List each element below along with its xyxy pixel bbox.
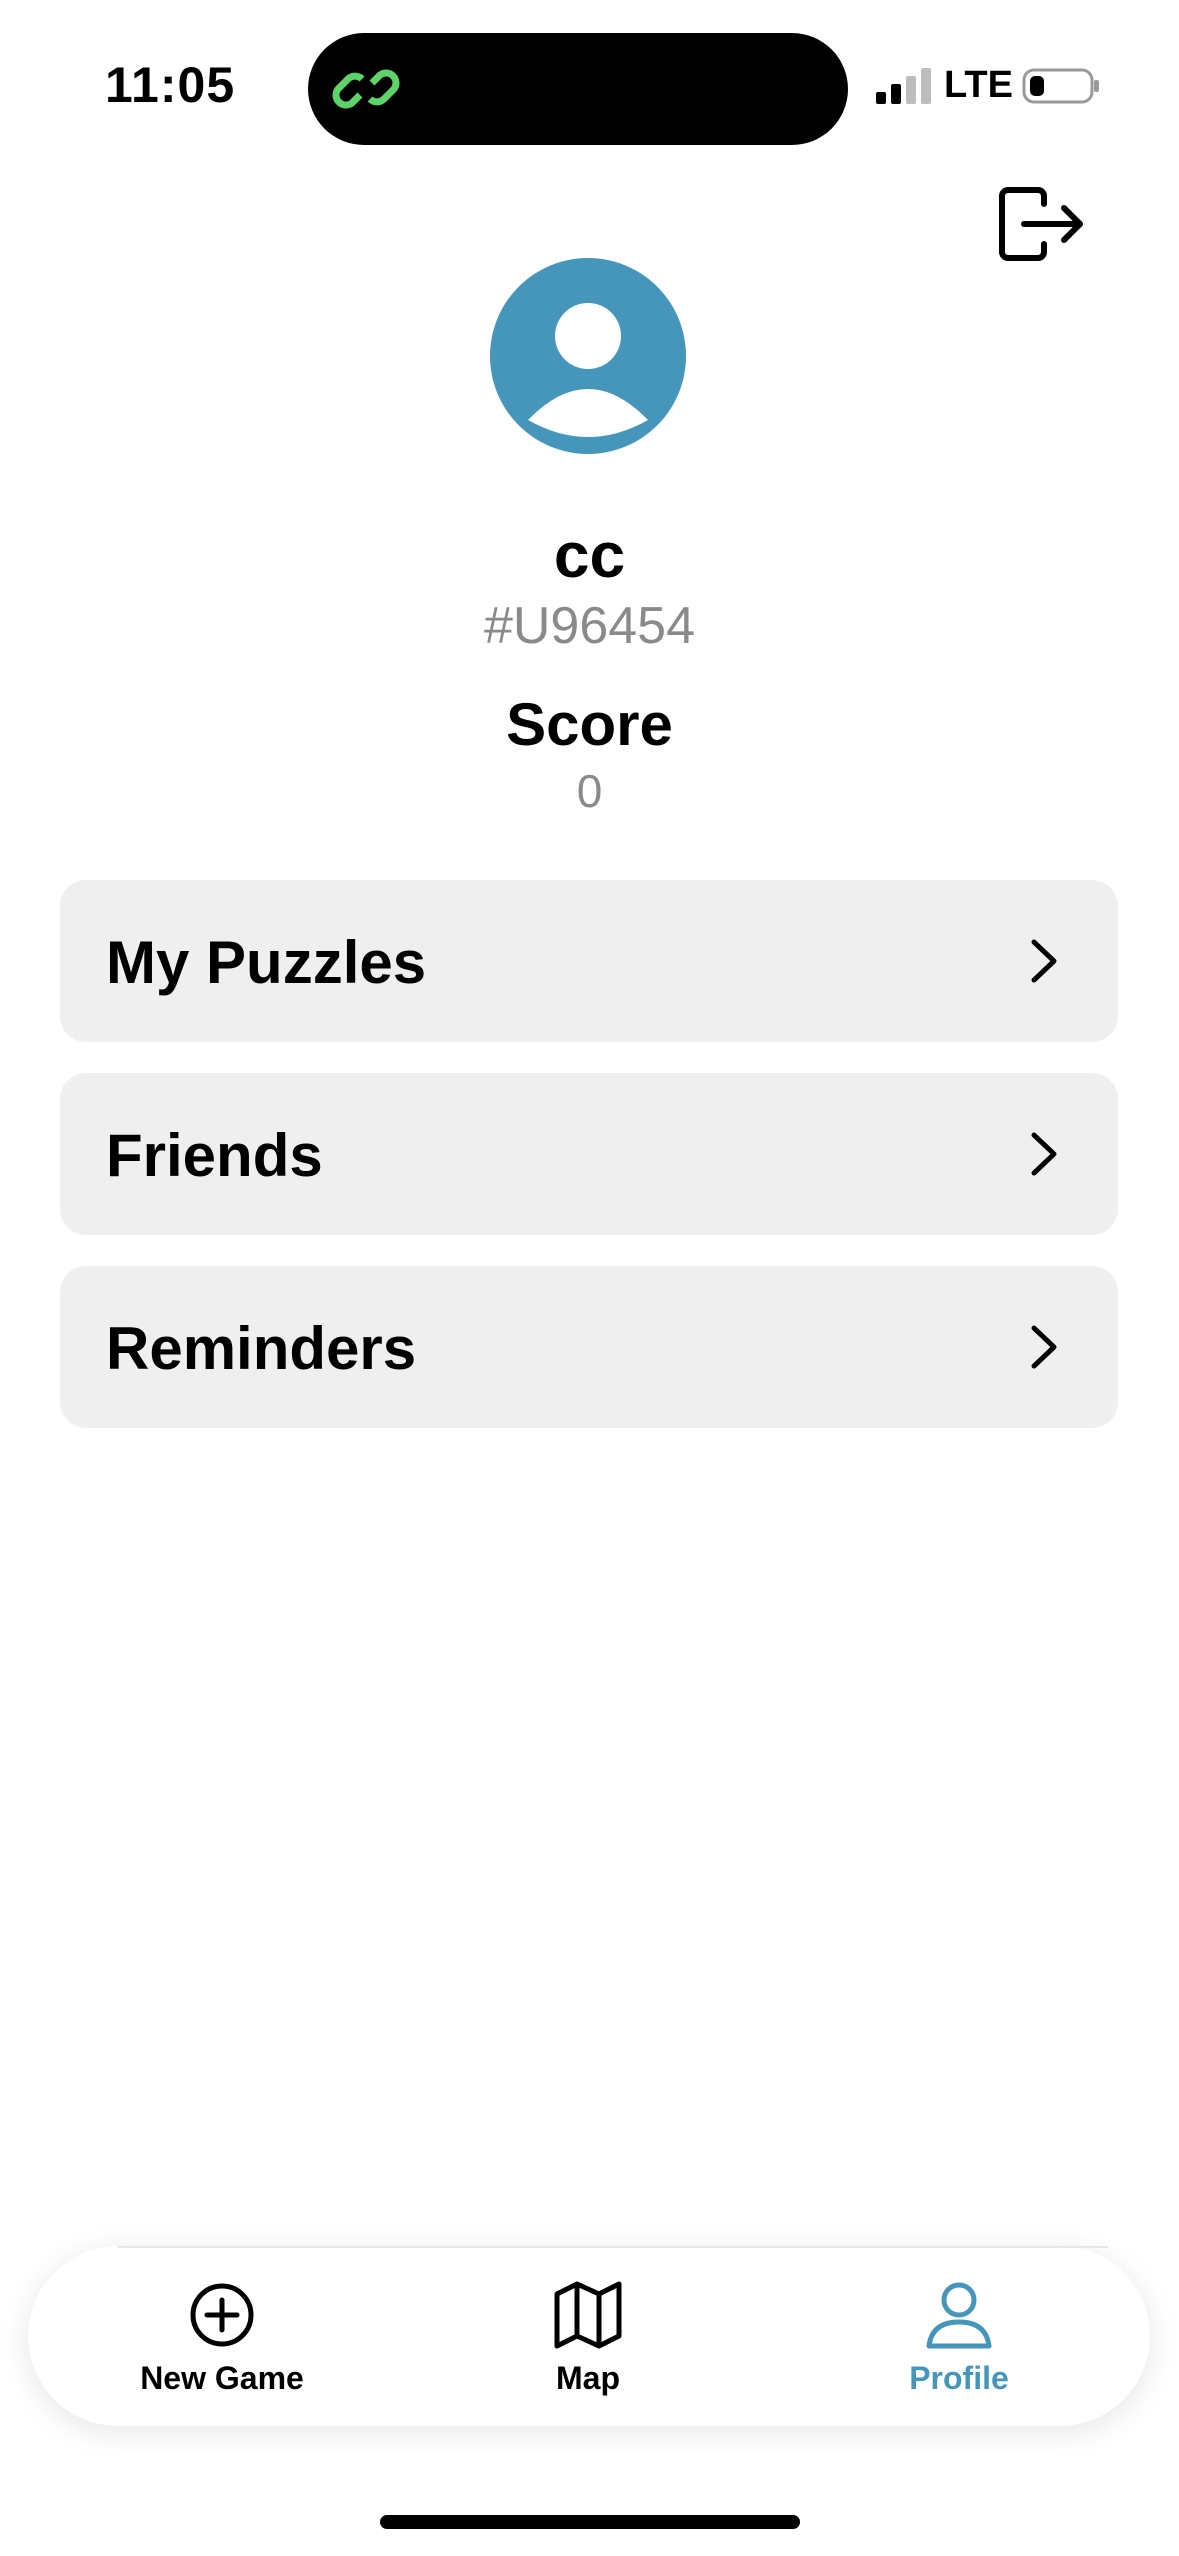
chevron-right-icon (1031, 1132, 1057, 1176)
menu-item-my-puzzles[interactable]: My Puzzles (60, 880, 1118, 1042)
logout-icon (999, 187, 1083, 261)
person-icon (926, 2282, 992, 2349)
dynamic-island (308, 33, 848, 145)
menu-item-friends[interactable]: Friends (60, 1073, 1118, 1235)
tab-map[interactable]: Map (438, 2246, 738, 2426)
tab-bar: New Game Map Profile (28, 2246, 1150, 2426)
score-label: Score (506, 691, 673, 758)
network-label: LTE (944, 64, 1013, 106)
tab-label: Map (556, 2360, 620, 2396)
profile-menu: My Puzzles Friends Reminders (60, 880, 1118, 1459)
tab-label: Profile (909, 2360, 1009, 2396)
status-time: 11:05 (105, 57, 236, 113)
score-value: 0 (576, 765, 603, 817)
status-bar: 11:05 LTE (0, 0, 1179, 170)
logout-button[interactable] (996, 186, 1086, 266)
tab-label: New Game (140, 2360, 304, 2396)
user-avatar-icon (490, 258, 686, 454)
menu-item-label: My Puzzles (106, 929, 427, 996)
battery-icon (1022, 68, 1099, 104)
username: cc (553, 519, 626, 591)
menu-item-reminders[interactable]: Reminders (60, 1266, 1118, 1428)
linked-rings-icon (332, 69, 400, 109)
chevron-right-icon (1031, 1325, 1057, 1369)
menu-item-label: Reminders (106, 1315, 417, 1382)
home-indicator[interactable] (380, 2515, 800, 2529)
map-icon (554, 2281, 622, 2349)
signal-icon (876, 68, 931, 104)
menu-item-label: Friends (106, 1122, 323, 1189)
user-id: #U96454 (483, 597, 696, 655)
chevron-right-icon (1031, 939, 1057, 983)
tab-new-game[interactable]: New Game (72, 2246, 372, 2426)
tab-profile[interactable]: Profile (809, 2246, 1109, 2426)
plus-circle-icon (190, 2283, 254, 2347)
